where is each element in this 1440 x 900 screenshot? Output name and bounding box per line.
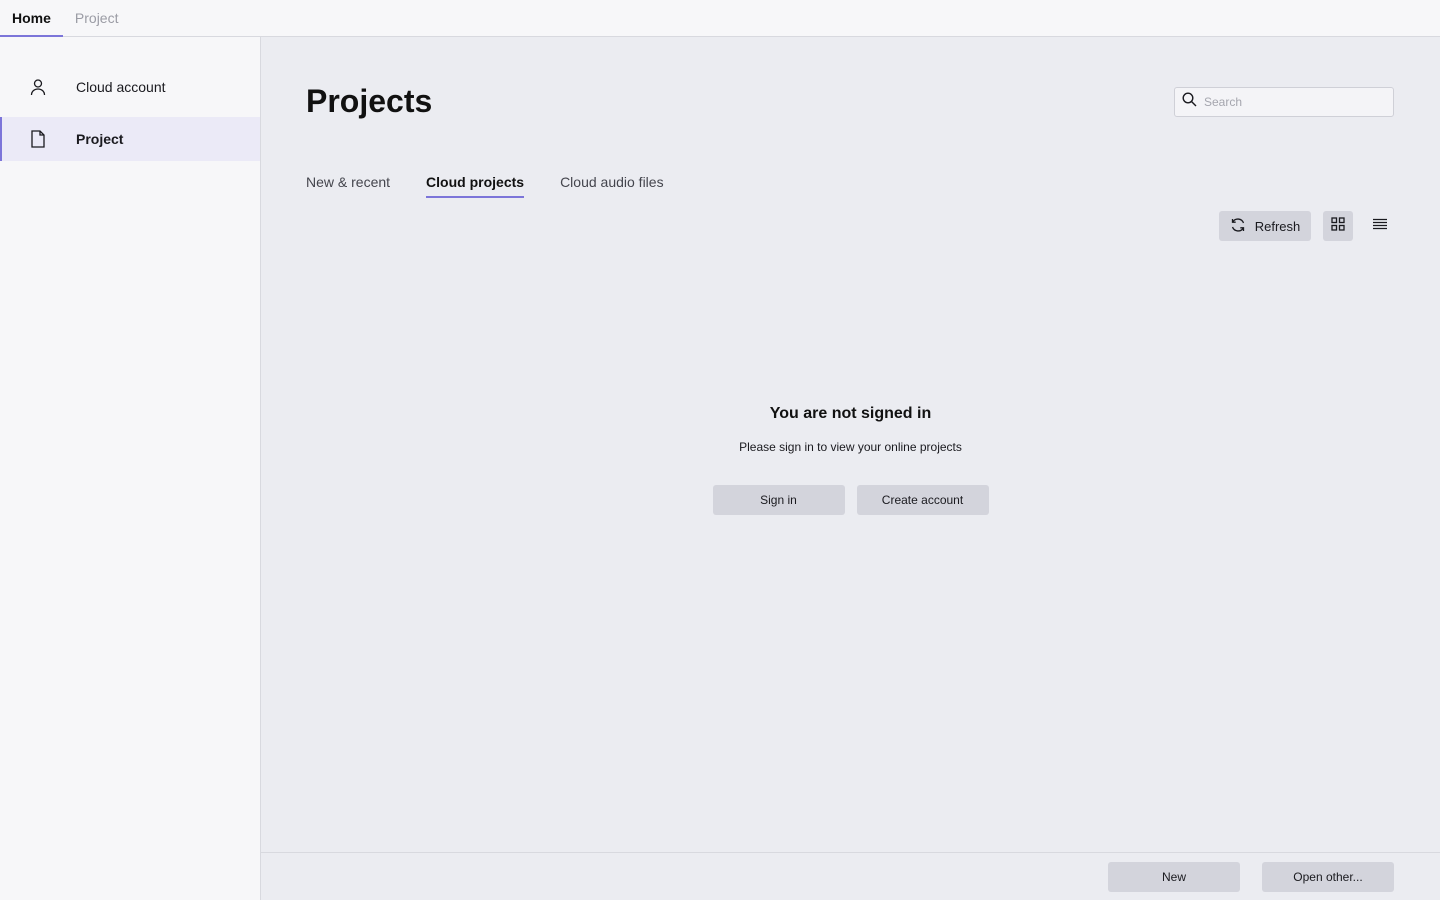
search-box[interactable]	[1174, 87, 1394, 117]
empty-state: You are not signed in Please sign in to …	[261, 405, 1440, 515]
sidebar-item-label: Project	[76, 131, 124, 147]
user-icon	[28, 77, 48, 97]
project-tabs: New & recent Cloud projects Cloud audio …	[306, 174, 664, 198]
empty-state-title: You are not signed in	[769, 405, 932, 422]
refresh-icon	[1230, 217, 1246, 236]
main-panel: Projects New & recent Cloud projects Clo…	[261, 37, 1440, 852]
create-account-button[interactable]: Create account	[856, 485, 989, 515]
sidebar: Cloud account Project	[0, 37, 261, 900]
view-toolbar: Refresh	[1219, 211, 1395, 241]
search-icon	[1182, 92, 1197, 112]
list-icon	[1372, 217, 1388, 235]
empty-state-actions: Sign in Create account	[261, 485, 1440, 515]
top-tab-home[interactable]: Home	[0, 0, 63, 37]
tab-cloud-audio-files[interactable]: Cloud audio files	[560, 174, 664, 196]
tab-new-recent[interactable]: New & recent	[306, 174, 390, 196]
empty-state-subtitle: Please sign in to view your online proje…	[739, 440, 962, 454]
document-icon	[28, 129, 48, 149]
search-input[interactable]	[1204, 95, 1384, 109]
grid-icon	[1331, 216, 1345, 236]
refresh-button[interactable]: Refresh	[1219, 211, 1311, 241]
page-title: Projects	[306, 83, 433, 119]
tab-cloud-projects[interactable]: Cloud projects	[426, 174, 525, 198]
refresh-label: Refresh	[1254, 218, 1301, 234]
top-tab-bar: Home Project	[0, 0, 1440, 37]
sign-in-button[interactable]: Sign in	[712, 485, 845, 515]
new-button[interactable]: New	[1108, 861, 1240, 892]
sidebar-item-label: Cloud account	[76, 79, 166, 95]
sidebar-item-cloud-account[interactable]: Cloud account	[0, 65, 260, 109]
sidebar-item-project[interactable]: Project	[0, 117, 260, 161]
open-other-button[interactable]: Open other...	[1262, 861, 1394, 892]
grid-view-button[interactable]	[1323, 211, 1353, 241]
footer-bar: New Open other...	[261, 852, 1440, 900]
list-view-button[interactable]	[1365, 211, 1395, 241]
top-tab-project[interactable]: Project	[63, 0, 131, 36]
